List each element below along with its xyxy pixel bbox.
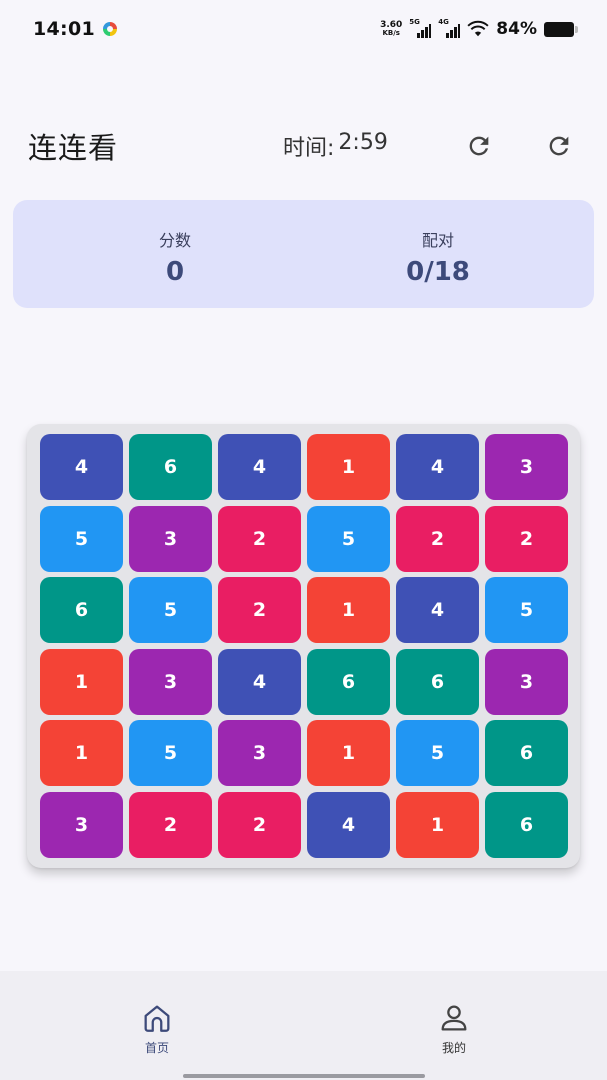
nav-home[interactable]: 首页 [117, 1001, 197, 1056]
tile[interactable]: 5 [485, 577, 568, 644]
person-icon [441, 1005, 467, 1031]
score-value: 0 [165, 257, 185, 287]
tile[interactable]: 3 [129, 505, 212, 572]
tile[interactable]: 2 [485, 505, 568, 572]
signal-icon: 5G [409, 18, 432, 38]
status-bar: 14:01 3.60 KB/s 5G 4G 84% [0, 0, 607, 58]
tile[interactable]: 5 [129, 577, 212, 644]
pairs-stat: 配对 0/18 [358, 227, 518, 287]
signal-1-label: 5G [409, 18, 420, 26]
tile[interactable]: 4 [40, 434, 123, 500]
signal-icon: 4G [438, 18, 461, 38]
tile[interactable]: 2 [218, 791, 301, 858]
tile[interactable]: 2 [218, 505, 301, 572]
tile[interactable]: 2 [396, 505, 479, 572]
tile[interactable]: 3 [485, 434, 568, 500]
header: 连连看 时间: 2:59 [0, 118, 607, 174]
game-board: 464143532522652145134663153156322416 [27, 424, 580, 868]
status-right: 3.60 KB/s 5G 4G 84% [380, 18, 578, 39]
tile[interactable]: 6 [40, 577, 123, 644]
net-speed-unit: KB/s [382, 29, 400, 37]
tile[interactable]: 1 [40, 720, 123, 787]
tile[interactable]: 5 [40, 505, 123, 572]
tile[interactable]: 6 [485, 720, 568, 787]
restart-button[interactable] [541, 128, 577, 164]
tile[interactable]: 1 [40, 648, 123, 715]
battery-percent: 84% [496, 19, 537, 39]
status-left: 14:01 [33, 18, 117, 40]
tile[interactable]: 3 [129, 648, 212, 715]
tile[interactable]: 4 [218, 648, 301, 715]
bottom-nav: 首页 我的 [0, 971, 607, 1080]
pairs-label: 配对 [421, 231, 454, 250]
timer-label: 时间: [283, 136, 335, 161]
nav-mine-label: 我的 [441, 1041, 466, 1055]
tile[interactable]: 1 [307, 720, 390, 787]
home-indicator [183, 1074, 425, 1078]
score-label: 分数 [158, 231, 191, 250]
status-time: 14:01 [33, 18, 95, 40]
score-card: 分数 0 配对 0/18 [13, 200, 594, 308]
signal-2-label: 4G [438, 18, 449, 26]
tile[interactable]: 5 [396, 720, 479, 787]
tile[interactable]: 4 [396, 577, 479, 644]
tile[interactable]: 6 [307, 648, 390, 715]
score-stat: 分数 0 [95, 227, 255, 287]
tile[interactable]: 1 [307, 434, 390, 500]
tile[interactable]: 3 [218, 720, 301, 787]
net-speed: 3.60 KB/s [380, 20, 403, 38]
wifi-icon [467, 20, 489, 37]
home-icon [144, 1005, 170, 1032]
pairs-value: 0/18 [406, 257, 470, 287]
timer-value: 2:59 [338, 130, 388, 155]
tile[interactable]: 4 [396, 434, 479, 500]
tile-grid: 464143532522652145134663153156322416 [40, 434, 568, 858]
tile[interactable]: 6 [129, 434, 212, 500]
tile[interactable]: 1 [396, 791, 479, 858]
refresh-icon [469, 136, 489, 156]
refresh-button[interactable] [461, 128, 497, 164]
page-title: 连连看 [28, 131, 119, 165]
tile[interactable]: 3 [40, 791, 123, 858]
tile[interactable]: 1 [307, 577, 390, 644]
tile[interactable]: 6 [485, 791, 568, 858]
battery-icon [544, 21, 578, 37]
tile[interactable]: 5 [307, 505, 390, 572]
tile[interactable]: 2 [218, 577, 301, 644]
tile[interactable]: 2 [129, 791, 212, 858]
tile[interactable]: 4 [307, 791, 390, 858]
app-icon [102, 22, 117, 36]
tile[interactable]: 6 [396, 648, 479, 715]
timer: 时间: 2:59 [283, 130, 388, 162]
nav-mine[interactable]: 我的 [414, 1001, 494, 1056]
nav-home-label: 首页 [144, 1041, 169, 1055]
tile[interactable]: 5 [129, 720, 212, 787]
restart-icon [549, 136, 569, 156]
tile[interactable]: 4 [218, 434, 301, 500]
tile[interactable]: 3 [485, 648, 568, 715]
net-speed-value: 3.60 [380, 20, 403, 30]
